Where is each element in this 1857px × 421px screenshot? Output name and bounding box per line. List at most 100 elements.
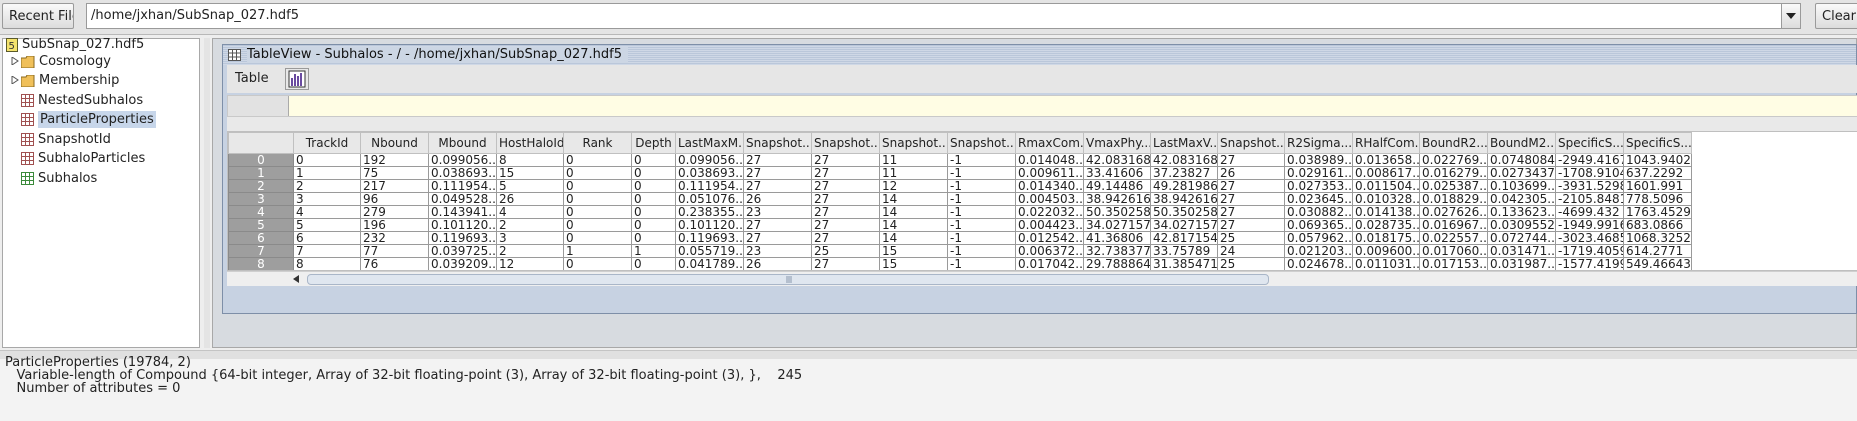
table-cell[interactable]: 0 — [631, 179, 676, 193]
table-row[interactable]: 0 0 192 0.099056... 8 0 0 0.099056... 27 27 11 -1 0.… — [228, 153, 1692, 167]
table-cell[interactable]: 614.2771 — [1623, 244, 1692, 258]
table-cell[interactable]: 33.41606 — [1083, 166, 1151, 180]
table-cell[interactable]: 27 — [743, 166, 812, 180]
table-row[interactable]: 7 7 77 0.039725... 2 1 1 0.055719... 23 25 15 -1 0.0… — [228, 244, 1692, 258]
table-cell[interactable]: 96 — [360, 192, 429, 206]
column-header[interactable]: RHalfCom... — [1352, 132, 1420, 154]
table-cell[interactable]: 196 — [360, 218, 429, 232]
table-cell[interactable]: 27 — [1217, 205, 1285, 219]
table-cell[interactable]: 14 — [879, 205, 948, 219]
table-cell[interactable]: 27 — [1217, 153, 1285, 167]
table-cell[interactable]: 77 — [360, 244, 429, 258]
row-header[interactable]: 7 — [228, 244, 294, 258]
table-cell[interactable]: 0 — [563, 257, 632, 270]
table-cell[interactable]: 0 — [293, 153, 361, 167]
table-cell[interactable]: 0.021203... — [1284, 244, 1353, 258]
table-cell[interactable]: 0.017060... — [1419, 244, 1488, 258]
table-cell[interactable]: 26 — [496, 192, 564, 206]
table-cell[interactable]: 38.942616 — [1083, 192, 1151, 206]
column-header[interactable]: Snapshot... — [1217, 132, 1285, 154]
table-cell[interactable]: 1068.3252 — [1623, 231, 1692, 245]
table-cell[interactable]: -1 — [947, 244, 1016, 258]
table-cell[interactable]: 14 — [879, 218, 948, 232]
table-cell[interactable]: 27 — [811, 231, 880, 245]
table-cell[interactable]: 29.788864 — [1083, 257, 1151, 270]
table-cell[interactable]: 4 — [496, 205, 564, 219]
table-cell[interactable]: 0.024678... — [1284, 257, 1353, 270]
tableview-titlebar[interactable]: TableView - Subhalos - / - /home/jxhan/S… — [223, 45, 1856, 65]
table-cell[interactable]: 0.030882... — [1284, 205, 1353, 219]
table-cell[interactable]: 1763.4529 — [1623, 205, 1692, 219]
table-cell[interactable]: 0.031471... — [1487, 244, 1556, 258]
table-cell[interactable]: -1 — [947, 205, 1016, 219]
table-cell[interactable]: 0.038693... — [675, 166, 744, 180]
table-cell[interactable]: 0.023645... — [1284, 192, 1353, 206]
table-cell[interactable]: 0.018175... — [1352, 231, 1420, 245]
table-cell[interactable]: 0.012542... — [1015, 231, 1084, 245]
row-header[interactable]: 8 — [228, 257, 294, 270]
table-cell[interactable]: 0.029161... — [1284, 166, 1353, 180]
table-cell[interactable]: 34.027157 — [1150, 218, 1218, 232]
column-header[interactable]: BoundM2... — [1487, 132, 1556, 154]
column-header[interactable]: SpecificS... — [1555, 132, 1624, 154]
table-cell[interactable]: 0 — [631, 257, 676, 270]
file-path-combobox[interactable]: /home/jxhan/SubSnap_027.hdf5 — [86, 3, 1782, 29]
table-cell[interactable]: 0 — [563, 179, 632, 193]
table-cell[interactable]: -4699.432 — [1555, 205, 1624, 219]
row-header[interactable]: 0 — [228, 153, 294, 167]
tree-item-subhalos[interactable]: Subhalos — [21, 169, 97, 189]
table-cell[interactable]: 76 — [360, 257, 429, 270]
vertical-splitter[interactable] — [204, 38, 210, 348]
column-header[interactable]: VmaxPhy... — [1083, 132, 1151, 154]
table-cell[interactable]: 0.022557... — [1419, 231, 1488, 245]
column-header[interactable]: Snapshot... — [879, 132, 948, 154]
table-cell[interactable]: 2 — [496, 244, 564, 258]
table-cell[interactable]: 27 — [743, 179, 812, 193]
table-cell[interactable]: 0.099056... — [675, 153, 744, 167]
table-cell[interactable]: 25 — [811, 244, 880, 258]
table-cell[interactable]: 5 — [293, 218, 361, 232]
table-cell[interactable]: 24 — [1217, 244, 1285, 258]
table-cell[interactable]: 0 — [631, 218, 676, 232]
table-cell[interactable]: 0.119693... — [675, 231, 744, 245]
table-cell[interactable]: 41.36806 — [1083, 231, 1151, 245]
column-header[interactable]: Snapshot... — [743, 132, 812, 154]
table-cell[interactable]: 192 — [360, 153, 429, 167]
table-cell[interactable]: 2 — [496, 218, 564, 232]
table-cell[interactable]: 0.051076... — [675, 192, 744, 206]
table-cell[interactable]: 0.027626... — [1419, 205, 1488, 219]
table-cell[interactable]: 27 — [1217, 179, 1285, 193]
table-cell[interactable]: 0.143941... — [428, 205, 497, 219]
table-cell[interactable]: 75 — [360, 166, 429, 180]
table-cell[interactable]: 12 — [496, 257, 564, 270]
expand-icon[interactable] — [11, 57, 19, 65]
column-header[interactable]: Mbound — [428, 132, 497, 154]
table-cell[interactable]: 0.101120... — [428, 218, 497, 232]
table-cell[interactable]: 27 — [743, 153, 812, 167]
table-cell[interactable]: 0.014048... — [1015, 153, 1084, 167]
table-cell[interactable]: 0 — [631, 153, 676, 167]
table-cell[interactable]: 1601.991 — [1623, 179, 1692, 193]
table-cell[interactable]: 0.049528... — [428, 192, 497, 206]
table-cell[interactable]: 26 — [743, 192, 812, 206]
table-cell[interactable]: 8 — [293, 257, 361, 270]
tree-item-nestedsubhalos[interactable]: NestedSubhalos — [21, 91, 143, 111]
table-cell[interactable]: 3 — [496, 231, 564, 245]
table-cell[interactable]: 27 — [811, 218, 880, 232]
table-cell[interactable]: 0.038989... — [1284, 153, 1353, 167]
scroll-left-icon[interactable] — [293, 275, 299, 283]
tree-item-membership[interactable]: Membership — [21, 71, 119, 91]
table-cell[interactable]: -1949.9916 — [1555, 218, 1624, 232]
table-cell[interactable]: 23 — [743, 244, 812, 258]
table-cell[interactable]: 15 — [879, 257, 948, 270]
table-cell[interactable]: 0.041789... — [675, 257, 744, 270]
table-cell[interactable]: -1 — [947, 179, 1016, 193]
table-cell[interactable]: -2949.4167 — [1555, 153, 1624, 167]
table-cell[interactable]: -1 — [947, 153, 1016, 167]
table-cell[interactable]: 27 — [743, 231, 812, 245]
table-cell[interactable]: 0.099056... — [428, 153, 497, 167]
table-cell[interactable]: 0 — [631, 205, 676, 219]
table-cell[interactable]: 27 — [811, 179, 880, 193]
table-cell[interactable]: 1043.9402 — [1623, 153, 1692, 167]
recent-files-button[interactable]: Recent Files — [2, 3, 74, 29]
